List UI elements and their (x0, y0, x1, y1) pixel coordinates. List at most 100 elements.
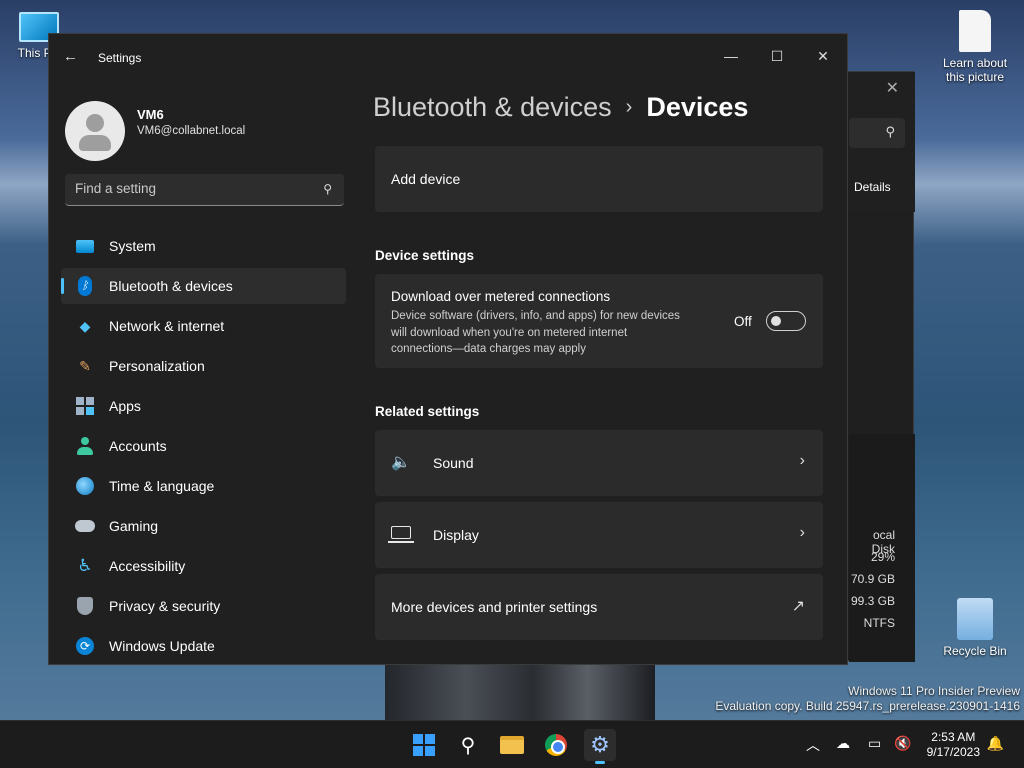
folder-icon (500, 736, 524, 754)
section-heading-related-settings: Related settings (375, 404, 480, 419)
explorer-close-button[interactable]: ✕ (886, 78, 899, 98)
sidebar-item-system[interactable]: System (61, 228, 346, 264)
breadcrumb-separator: › (625, 96, 633, 118)
chevron-right-icon: › (799, 452, 805, 469)
gear-icon: ⚙ (590, 732, 610, 757)
network-icon[interactable]: ▭ (868, 735, 881, 752)
drive-free-space: 70.9 GB (850, 572, 895, 586)
speaker-icon: 🔈 (391, 454, 411, 471)
explorer-details-button[interactable]: Details (854, 180, 891, 194)
related-setting-label: Sound (433, 455, 474, 471)
drive-used-percent: 29% (870, 550, 895, 564)
back-button[interactable]: ← (63, 48, 78, 65)
bluetooth-icon: ᛒ (75, 276, 95, 296)
apps-icon (75, 396, 95, 416)
avatar-head (86, 114, 104, 132)
desktop-icon-label: Recycle Bin (943, 644, 1007, 658)
gamepad-icon (75, 516, 95, 536)
sidebar-item-personalization[interactable]: ✎ Personalization (61, 348, 346, 384)
sidebar-item-label: Windows Update (109, 638, 215, 654)
related-setting-more-devices-printers[interactable]: More devices and printer settings ↗ (375, 574, 823, 640)
external-link-icon: ↗ (791, 598, 805, 615)
avatar-body (79, 135, 111, 151)
sidebar-item-apps[interactable]: Apps (61, 388, 346, 424)
close-button[interactable]: ✕ (803, 40, 843, 72)
sidebar-item-windows-update[interactable]: ⟳ Windows Update (61, 628, 346, 664)
drive-filesystem: NTFS (863, 616, 895, 630)
related-setting-label: Display (433, 527, 479, 543)
system-clock[interactable]: 2:53 AM 9/17/2023 (927, 730, 980, 760)
drive-total-size: 99.3 GB (850, 594, 895, 608)
sidebar-nav: System ᛒ Bluetooth & devices ◆ Network &… (61, 228, 346, 664)
chevron-right-icon: › (799, 524, 805, 541)
accounts-icon (75, 436, 95, 456)
toggle-state-label: Off (734, 314, 752, 329)
breadcrumb: Bluetooth & devices › Devices (373, 92, 748, 123)
wifi-icon: ◆ (79, 317, 91, 334)
related-setting-label: More devices and printer settings (391, 599, 598, 615)
explorer-details-pane: ocal Disk 29% 70.9 GB 99.3 GB NTFS (849, 434, 915, 662)
page-title: Devices (646, 92, 749, 122)
search-icon: ⚲ (323, 182, 332, 196)
sidebar-item-gaming[interactable]: Gaming (61, 508, 346, 544)
search-input[interactable] (75, 181, 305, 196)
taskbar-file-explorer[interactable] (496, 729, 528, 761)
taskbar-settings[interactable]: ⚙ (584, 729, 616, 764)
sidebar-item-label: Apps (109, 398, 141, 414)
sidebar-item-privacy-security[interactable]: Privacy & security (61, 588, 346, 624)
sidebar-item-label: Personalization (109, 358, 205, 374)
setting-title: Download over metered connections (391, 289, 611, 304)
taskbar-search-button[interactable]: ⚲ (452, 729, 484, 761)
sidebar-item-time-language[interactable]: Time & language (61, 468, 346, 504)
desktop-icon-learn-about-picture[interactable]: Learn about this picture (940, 10, 1010, 84)
recycle-bin-icon (957, 598, 993, 640)
setting-description: Device software (drivers, info, and apps… (391, 310, 680, 355)
volume-muted-icon[interactable]: 🔇 (894, 735, 911, 752)
start-button[interactable] (408, 729, 440, 761)
metered-download-toggle[interactable] (766, 311, 806, 331)
related-setting-sound[interactable]: 🔈 Sound › (375, 430, 823, 496)
metered-download-setting: Download over metered connections Device… (375, 274, 823, 368)
minimize-button[interactable]: — (711, 40, 751, 72)
sidebar-item-network-internet[interactable]: ◆ Network & internet (61, 308, 346, 344)
window-title: Settings (98, 51, 142, 65)
settings-window: ← Settings — ☐ ✕ VM6 VM6@collabnet.local… (48, 33, 848, 665)
watermark-line: Windows 11 Pro Insider Preview (848, 684, 1020, 698)
search-box[interactable]: ⚲ (65, 174, 344, 206)
desktop-icon-recycle-bin[interactable]: Recycle Bin (940, 598, 1010, 658)
system-icon (75, 236, 95, 256)
profile-name: VM6 (137, 107, 164, 122)
sidebar-item-label: Bluetooth & devices (109, 278, 233, 294)
add-device-button[interactable]: Add device (375, 146, 823, 212)
section-heading-device-settings: Device settings (375, 248, 475, 263)
brush-icon: ✎ (79, 357, 91, 374)
avatar[interactable] (65, 101, 125, 161)
sidebar-item-accounts[interactable]: Accounts (61, 428, 346, 464)
sidebar-item-bluetooth-devices[interactable]: ᛒ Bluetooth & devices (61, 268, 346, 304)
breadcrumb-parent[interactable]: Bluetooth & devices (373, 92, 612, 122)
windows-logo-icon (413, 734, 435, 756)
clock-time: 2:53 AM (931, 730, 976, 744)
search-icon: ⚲ (460, 734, 476, 757)
update-icon: ⟳ (75, 636, 95, 656)
shield-icon (75, 596, 95, 616)
sidebar-item-label: System (109, 238, 156, 254)
chrome-icon (545, 734, 567, 756)
taskbar: ⚲ ⚙ ︿ ☁ ▭ 🔇 2:53 AM 9/17/2023 🔔 (0, 720, 1024, 768)
profile-email: VM6@collabnet.local (137, 125, 246, 137)
title-bar[interactable]: ← Settings — ☐ ✕ (49, 34, 847, 82)
evaluation-watermark: Windows 11 Pro Insider Preview Evaluatio… (715, 684, 1020, 714)
maximize-button[interactable]: ☐ (757, 40, 797, 72)
sidebar-item-label: Gaming (109, 518, 159, 534)
sidebar-item-accessibility[interactable]: ♿ Accessibility (61, 548, 346, 584)
related-setting-display[interactable]: Display › (375, 502, 823, 568)
sidebar-item-label: Privacy & security (109, 598, 221, 614)
cloud-icon[interactable]: ☁ (836, 735, 850, 752)
toggle-knob (771, 316, 781, 326)
taskbar-chrome[interactable] (540, 729, 572, 761)
laptop-icon (388, 524, 414, 544)
explorer-search-box[interactable]: ⚲ (849, 118, 905, 148)
tray-overflow-chevron-icon[interactable]: ︿ (806, 735, 820, 755)
notification-bell-icon[interactable]: 🔔 (987, 735, 1004, 752)
document-icon (959, 10, 991, 52)
